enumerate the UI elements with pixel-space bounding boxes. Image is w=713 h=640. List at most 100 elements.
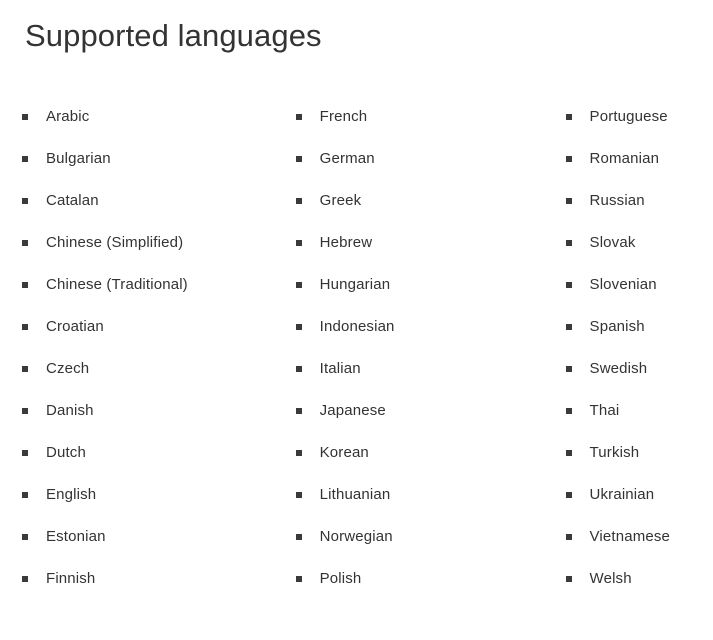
square-bullet-icon bbox=[295, 366, 302, 372]
list-item: Italian bbox=[295, 348, 545, 390]
list-item: Arabic bbox=[22, 96, 275, 138]
square-bullet-icon bbox=[295, 240, 302, 246]
square-bullet-icon bbox=[22, 534, 28, 540]
language-label: Welsh bbox=[589, 570, 632, 587]
language-label: Chinese (Traditional) bbox=[46, 276, 188, 293]
language-label: Croatian bbox=[46, 318, 104, 335]
list-item: Dutch bbox=[22, 432, 275, 474]
square-bullet-icon bbox=[22, 450, 28, 456]
square-bullet-icon bbox=[565, 324, 572, 330]
square-bullet-icon bbox=[22, 408, 28, 414]
language-label: Chinese (Simplified) bbox=[46, 234, 184, 251]
square-bullet-icon bbox=[565, 198, 572, 204]
list-item: Thai bbox=[565, 390, 713, 432]
list-item: Polish bbox=[295, 558, 545, 600]
language-label: Indonesian bbox=[319, 318, 395, 335]
list-item: Russian bbox=[565, 180, 713, 222]
language-label: Catalan bbox=[46, 192, 99, 209]
square-bullet-icon bbox=[565, 534, 572, 540]
language-label: Turkish bbox=[589, 444, 640, 461]
language-label: Swedish bbox=[589, 360, 648, 377]
list-item: Welsh bbox=[565, 558, 713, 600]
language-label: Japanese bbox=[319, 402, 386, 419]
language-label: Slovenian bbox=[589, 276, 657, 293]
square-bullet-icon bbox=[22, 492, 28, 498]
language-label: Slovak bbox=[589, 234, 636, 251]
list-item: Indonesian bbox=[295, 306, 545, 348]
language-label: Russian bbox=[589, 192, 645, 209]
list-item: Finnish bbox=[22, 558, 275, 600]
list-item: Danish bbox=[22, 390, 275, 432]
languages-column-3: Portuguese Romanian Russian Slovak Slovenian… bbox=[545, 96, 713, 600]
languages-column-1: Arabic Bulgarian Catalan Chinese (Simplifie… bbox=[0, 96, 275, 600]
list-item: Lithuanian bbox=[295, 474, 545, 516]
languages-columns: Arabic Bulgarian Catalan Chinese (Simplifie… bbox=[0, 96, 713, 600]
language-label: German bbox=[319, 150, 375, 167]
list-item: Hungarian bbox=[295, 264, 545, 306]
list-item: Korean bbox=[295, 432, 545, 474]
square-bullet-icon bbox=[295, 576, 302, 582]
list-item: Hebrew bbox=[295, 222, 545, 264]
square-bullet-icon bbox=[295, 156, 302, 162]
square-bullet-icon bbox=[565, 282, 572, 288]
language-label: Italian bbox=[319, 360, 361, 377]
square-bullet-icon bbox=[22, 198, 28, 204]
language-label: Greek bbox=[319, 192, 362, 209]
language-label: Lithuanian bbox=[319, 486, 391, 503]
square-bullet-icon bbox=[22, 282, 28, 288]
language-label: Thai bbox=[589, 402, 620, 419]
square-bullet-icon bbox=[295, 450, 302, 456]
language-label: Arabic bbox=[46, 108, 90, 125]
language-label: Hebrew bbox=[319, 234, 373, 251]
square-bullet-icon bbox=[22, 576, 28, 582]
list-item: French bbox=[295, 96, 545, 138]
list-item: Portuguese bbox=[565, 96, 713, 138]
list-item: Vietnamese bbox=[565, 516, 713, 558]
square-bullet-icon bbox=[22, 156, 28, 162]
square-bullet-icon bbox=[565, 450, 572, 456]
list-item: Spanish bbox=[565, 306, 713, 348]
square-bullet-icon bbox=[565, 366, 572, 372]
square-bullet-icon bbox=[295, 408, 302, 414]
list-item: Bulgarian bbox=[22, 138, 275, 180]
language-label: English bbox=[46, 486, 97, 503]
list-item: German bbox=[295, 138, 545, 180]
list-item: Romanian bbox=[565, 138, 713, 180]
square-bullet-icon bbox=[565, 240, 572, 246]
list-item: Croatian bbox=[22, 306, 275, 348]
square-bullet-icon bbox=[22, 366, 28, 372]
square-bullet-icon bbox=[295, 198, 302, 204]
square-bullet-icon bbox=[565, 156, 572, 162]
language-label: Czech bbox=[46, 360, 90, 377]
list-item: Turkish bbox=[565, 432, 713, 474]
list-item: Slovenian bbox=[565, 264, 713, 306]
list-item: Greek bbox=[295, 180, 545, 222]
square-bullet-icon bbox=[295, 324, 302, 330]
language-label: French bbox=[319, 108, 368, 125]
list-item: Norwegian bbox=[295, 516, 545, 558]
language-label: Estonian bbox=[46, 528, 106, 545]
square-bullet-icon bbox=[565, 408, 572, 414]
list-item: Swedish bbox=[565, 348, 713, 390]
square-bullet-icon bbox=[22, 240, 28, 246]
language-label: Dutch bbox=[46, 444, 86, 461]
language-label: Hungarian bbox=[319, 276, 391, 293]
square-bullet-icon bbox=[565, 492, 572, 498]
list-item: Chinese (Traditional) bbox=[22, 264, 275, 306]
language-label: Finnish bbox=[46, 570, 96, 587]
square-bullet-icon bbox=[295, 492, 302, 498]
square-bullet-icon bbox=[565, 576, 572, 582]
square-bullet-icon bbox=[565, 114, 572, 120]
list-item: Slovak bbox=[565, 222, 713, 264]
language-label: Korean bbox=[319, 444, 369, 461]
square-bullet-icon bbox=[22, 114, 28, 120]
list-item: Czech bbox=[22, 348, 275, 390]
supported-languages-page: Supported languages Arabic Bulgarian Catal… bbox=[0, 0, 713, 640]
list-item: Ukrainian bbox=[565, 474, 713, 516]
list-item: Estonian bbox=[22, 516, 275, 558]
page-title: Supported languages bbox=[25, 18, 322, 53]
list-item: English bbox=[22, 474, 275, 516]
language-label: Vietnamese bbox=[589, 528, 670, 545]
list-item: Japanese bbox=[295, 390, 545, 432]
square-bullet-icon bbox=[22, 324, 28, 330]
